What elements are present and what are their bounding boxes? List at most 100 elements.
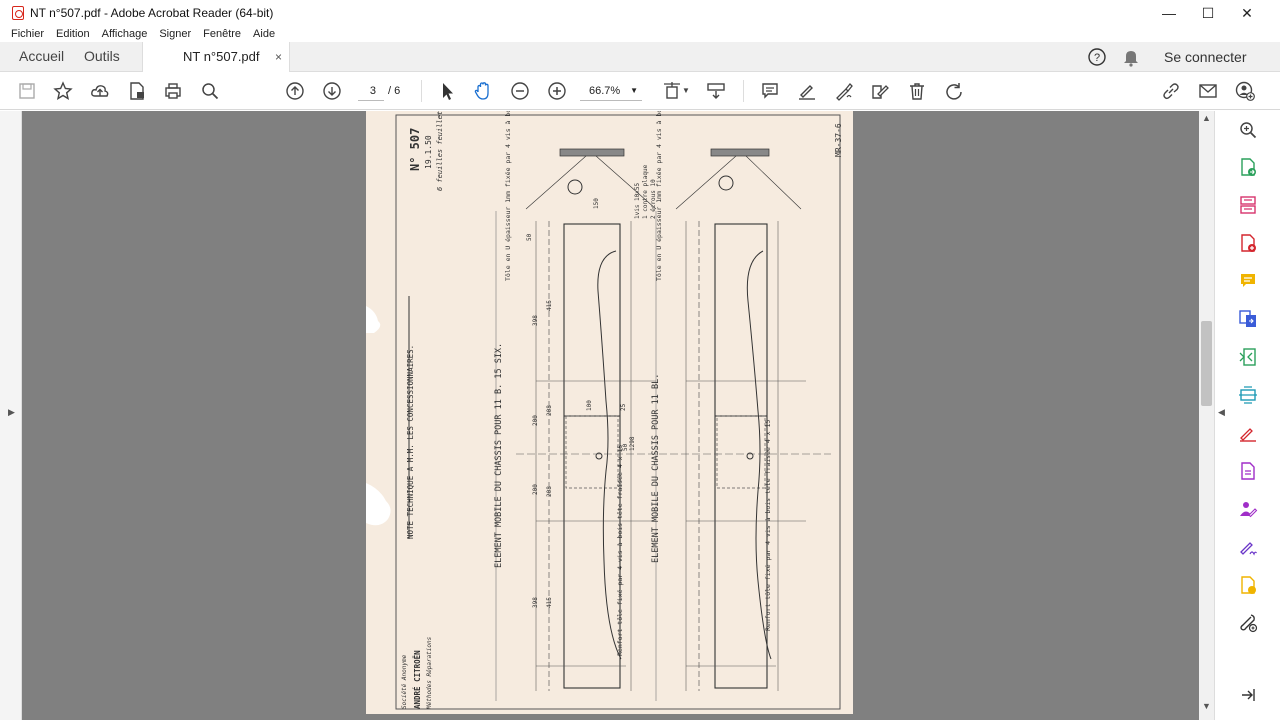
create-pdf-icon[interactable]	[1235, 231, 1261, 255]
print-icon[interactable]	[162, 80, 184, 102]
fill-sign-icon[interactable]	[1235, 421, 1261, 445]
scroll-up-icon[interactable]: ▲	[1202, 113, 1211, 123]
company-label: Société Anonyme	[401, 654, 408, 709]
email-icon[interactable]	[1197, 80, 1219, 102]
pdf-page: N° 507 19.1.50 6 feuilles feuillet n°4 N…	[366, 111, 853, 714]
star-icon[interactable]	[52, 80, 74, 102]
comment-tool-icon[interactable]	[1235, 269, 1261, 293]
maximize-button[interactable]: ☐	[1188, 0, 1228, 26]
title-bar: NT n°507.pdf - Adobe Acrobat Reader (64-…	[0, 0, 1280, 26]
menu-affichage[interactable]: Affichage	[102, 28, 148, 40]
page-fit-icon[interactable]	[661, 80, 683, 102]
search-icon[interactable]	[199, 80, 221, 102]
doc-reference: MR-37-6	[834, 123, 843, 157]
dim-label: 50	[526, 233, 533, 241]
left-panel-toggle[interactable]: ▶	[0, 111, 22, 720]
dim-label: 415	[546, 300, 553, 311]
technical-drawing	[366, 114, 841, 710]
bell-icon[interactable]	[1122, 47, 1140, 67]
dim-label: 50	[622, 443, 629, 451]
scroll-mode-icon[interactable]	[705, 80, 727, 102]
collapse-panel-icon[interactable]: ◀	[1218, 407, 1225, 418]
save-icon[interactable]	[16, 80, 38, 102]
toolbar-divider	[421, 80, 422, 102]
trash-icon[interactable]	[906, 80, 928, 102]
company-name: ANDRÉ CITROËN	[413, 650, 422, 709]
zoom-in-icon[interactable]	[546, 80, 568, 102]
vertical-scrollbar[interactable]: ▲ ▼	[1199, 111, 1214, 720]
chevron-down-icon: ▼	[630, 86, 638, 95]
doc-note-title: NOTE TECHNIQUE A M.M. LES CONCESSIONNAIR…	[406, 344, 415, 539]
tab-bar: Accueil Outils NT n°507.pdf × ? Se conne…	[0, 42, 1280, 73]
zoom-level-select[interactable]: 66.7% ▼	[580, 81, 642, 101]
dim-label: 150	[593, 198, 600, 209]
prepare-form-icon[interactable]	[1235, 459, 1261, 483]
edit-pdf-icon[interactable]	[869, 80, 891, 102]
chevron-down-icon[interactable]: ▼	[682, 86, 690, 95]
right-tools-panel: ◀	[1214, 111, 1280, 720]
sign-tool-icon[interactable]	[1235, 535, 1261, 559]
doc-date: 19.1.50	[424, 135, 433, 169]
dim-label: 100	[586, 400, 593, 411]
export-pdf-icon[interactable]	[1235, 155, 1261, 179]
highlight-pen-icon[interactable]	[796, 80, 818, 102]
previous-page-icon[interactable]	[284, 80, 306, 102]
zoom-level-value: 66.7%	[589, 85, 621, 97]
sign-in-link[interactable]: Se connecter	[1164, 42, 1247, 73]
hand-tool-icon[interactable]	[472, 80, 494, 102]
window-title: NT n°507.pdf - Adobe Acrobat Reader (64-…	[30, 6, 274, 20]
close-tab-icon[interactable]: ×	[275, 42, 282, 72]
close-window-button[interactable]: ✕	[1227, 0, 1267, 26]
organize-pages-icon[interactable]	[1235, 193, 1261, 217]
department-label: Méthodes Réparations	[426, 636, 433, 709]
dim-label: 415	[546, 597, 553, 608]
request-signature-icon[interactable]	[1235, 497, 1261, 521]
stamp-tool-icon[interactable]	[1235, 573, 1261, 597]
page-total: / 6	[388, 85, 401, 97]
svg-text:?: ?	[1094, 52, 1100, 64]
add-user-icon[interactable]	[1234, 80, 1256, 102]
rotate-icon[interactable]	[943, 80, 965, 102]
upload-cloud-icon[interactable]	[89, 80, 111, 102]
scan-ocr-icon[interactable]	[1235, 383, 1261, 407]
protect-file-icon[interactable]	[126, 80, 148, 102]
sign-pen-icon[interactable]	[833, 80, 855, 102]
next-page-icon[interactable]	[321, 80, 343, 102]
plaque-note: 1 contre plaque	[642, 164, 649, 219]
share-link-icon[interactable]	[1160, 80, 1182, 102]
doc-number: N° 507	[408, 127, 422, 171]
menu-aide[interactable]: Aide	[253, 28, 275, 40]
tab-document[interactable]: NT n°507.pdf ×	[142, 42, 290, 73]
doc-sheets: 6 feuilles feuillet n°4	[436, 111, 444, 191]
tab-home[interactable]: Accueil	[19, 42, 64, 72]
menu-edition[interactable]: Edition	[56, 28, 90, 40]
zoom-search-icon[interactable]	[1235, 118, 1261, 142]
minimize-button[interactable]: —	[1149, 0, 1189, 26]
renfort-note-2: Renfort tôle fixé par 4 vis à bois tête …	[764, 419, 772, 631]
dim-label: 208	[546, 405, 553, 416]
vis-note: 1vis 10x55	[634, 182, 641, 219]
more-tools-icon[interactable]	[1235, 611, 1261, 635]
drawing-title-1: ELEMENT MOBILE DU CHASSIS POUR 11 B. 15 …	[494, 342, 504, 568]
menu-fenetre[interactable]: Fenêtre	[203, 28, 241, 40]
dim-label: 398	[532, 315, 539, 326]
toolbar: 3 / 6 66.7% ▼ ▼	[0, 72, 1280, 110]
menu-bar: Fichier Edition Affichage Signer Fenêtre…	[0, 26, 1280, 42]
ecrou-note: 2 écrous 10	[650, 179, 657, 219]
help-icon[interactable]: ?	[1087, 47, 1107, 67]
combine-files-icon[interactable]	[1235, 307, 1261, 331]
scrollbar-thumb[interactable]	[1201, 321, 1212, 406]
chevron-right-icon[interactable]: ▶	[8, 407, 15, 418]
select-cursor-icon[interactable]	[436, 80, 458, 102]
page-number-input[interactable]: 3	[358, 81, 384, 101]
tole-note-1: Tôle en U épaisseur 1mm fixée par 4 vis …	[504, 111, 512, 281]
comment-icon[interactable]	[759, 80, 781, 102]
menu-signer[interactable]: Signer	[159, 28, 191, 40]
tab-tools[interactable]: Outils	[84, 42, 120, 72]
compress-pdf-icon[interactable]	[1235, 345, 1261, 369]
menu-fichier[interactable]: Fichier	[11, 28, 44, 40]
dim-label: 200	[532, 484, 539, 495]
expand-panel-icon[interactable]	[1235, 683, 1261, 707]
zoom-out-icon[interactable]	[509, 80, 531, 102]
scroll-down-icon[interactable]: ▼	[1202, 701, 1211, 711]
